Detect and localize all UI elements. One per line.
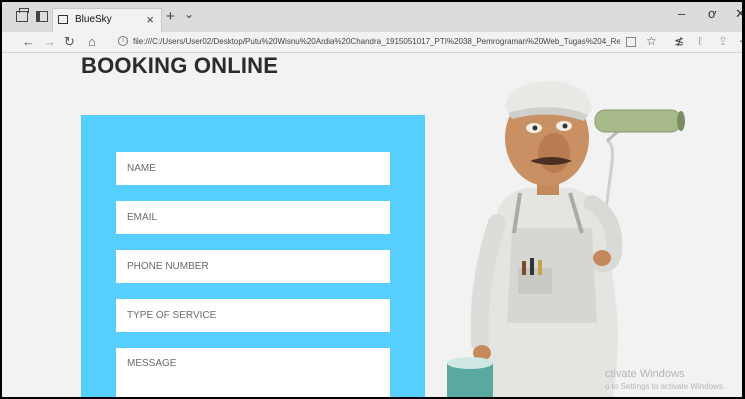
tab-title: BlueSky [75,14,112,25]
maximize-button[interactable]: ơ [708,6,717,21]
new-tab-button[interactable]: + [166,8,175,25]
favorites-bar-icon[interactable]: ≴ [674,34,684,48]
name-field[interactable] [116,152,390,185]
painter-illustration [447,81,685,397]
address-bar-row: ← → ↻ ⌂ i file:///C:/Users/User02/Deskto… [2,32,742,53]
favorite-star-icon[interactable]: ☆ [646,34,657,48]
web-notes-icon[interactable]: ℓ [698,34,702,48]
set-tabs-aside-icon[interactable] [36,11,48,22]
site-info-icon[interactable]: i [118,36,128,46]
share-icon[interactable]: ⇪ [718,34,728,48]
phone-field[interactable] [116,250,390,283]
refresh-button[interactable]: ↻ [64,34,75,50]
message-field[interactable] [116,348,390,397]
browser-window: BlueSky × + ⌄ – ơ ✕ ← → ↻ ⌂ i file:///C:… [0,0,745,399]
minimize-button[interactable]: – [678,6,685,21]
activate-windows-title: ctivate Windows [605,368,685,380]
tab-close-icon[interactable]: × [146,12,154,27]
back-button[interactable]: ← [22,34,35,49]
home-button[interactable]: ⌂ [88,34,96,49]
booking-form [81,115,425,397]
email-field[interactable] [116,201,390,234]
address-field[interactable]: file:///C:/Users/User02/Desktop/Putu%20W… [133,37,620,46]
tab-bar: BlueSky × + ⌄ – ơ ✕ [2,2,742,32]
close-window-button[interactable]: ✕ [735,6,742,22]
page-title: BOOKING ONLINE [81,53,279,78]
tab-preview-icon[interactable] [16,8,29,22]
page-content: BOOKING ONLINE NAME EMAIL PHONE NUMBER T… [2,53,742,397]
more-icon[interactable]: ⋯ [739,34,742,48]
reading-view-icon[interactable] [626,37,636,47]
tab-bluesky[interactable]: BlueSky × [52,8,162,32]
tab-dropdown-icon[interactable]: ⌄ [184,7,194,21]
page-favicon-icon [58,15,68,24]
service-field[interactable] [116,299,390,332]
activate-windows-text: o to Settings to activate Windows. [605,382,726,391]
forward-button[interactable]: → [43,34,56,49]
